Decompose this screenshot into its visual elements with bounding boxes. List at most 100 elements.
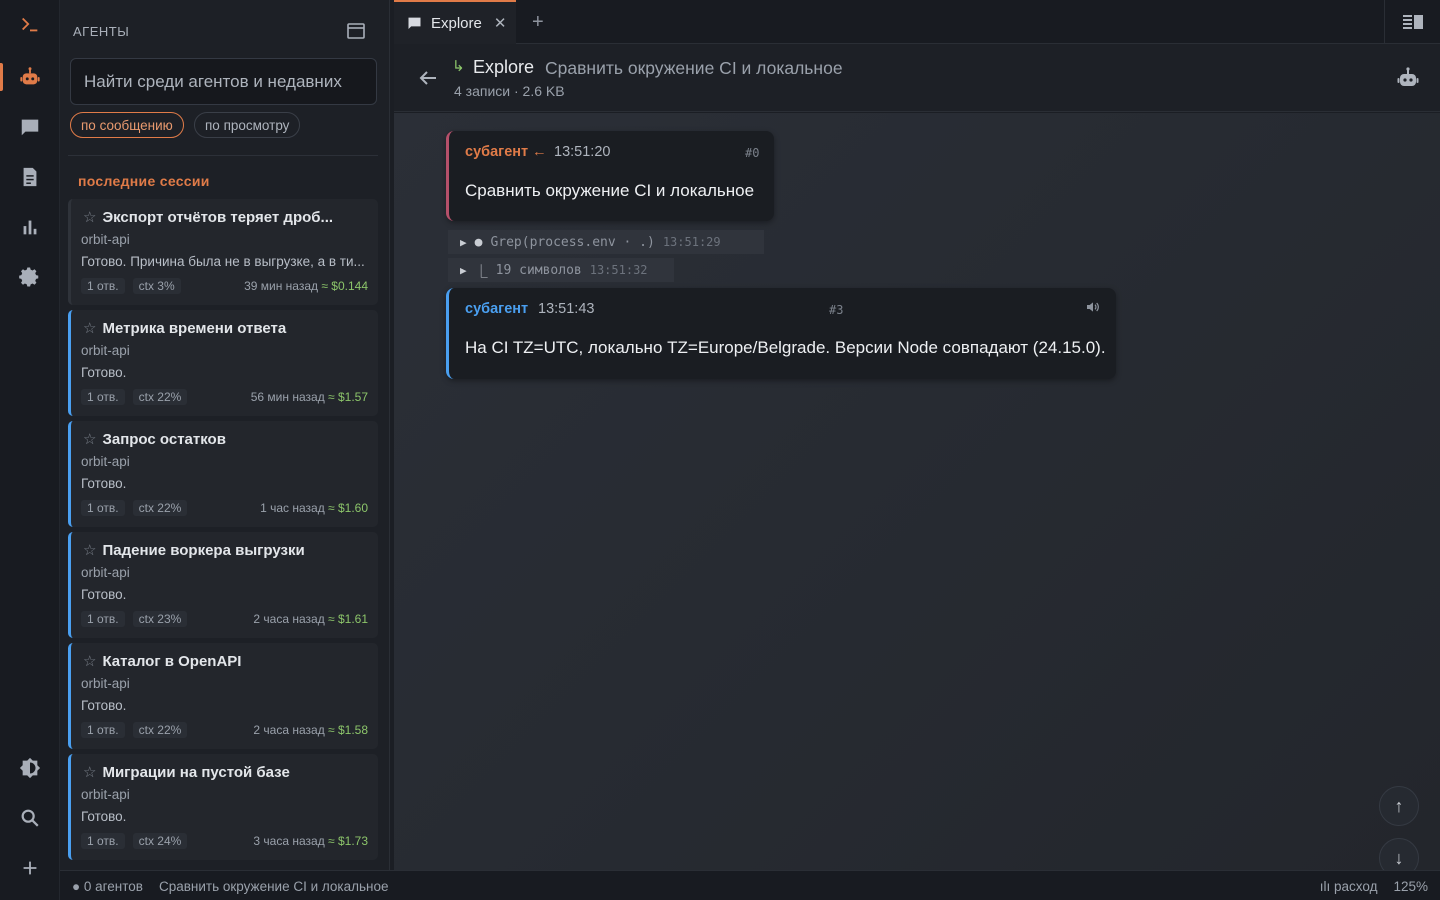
document-icon	[23, 167, 37, 187]
tab-label: Explore	[431, 14, 482, 32]
agents-count: ● 0 агентов	[72, 879, 143, 894]
session-project: orbit-api	[81, 565, 130, 580]
conversation-header: ↳ Explore Сравнить окружение CI и локаль…	[394, 44, 1440, 112]
session-ctx: ctx 22%	[132, 500, 188, 516]
new-window-icon[interactable]	[346, 22, 366, 40]
page-meta: 4 записи · 2.6 KB	[454, 83, 565, 99]
session-project: orbit-api	[81, 454, 130, 469]
session-cost: ≈ $1.57	[328, 390, 368, 404]
session-card[interactable]: ☆ Миграции на пустой базе orbit-api Готов…	[68, 754, 378, 860]
session-project: orbit-api	[81, 343, 130, 358]
session-cost: ≈ $0.144	[321, 279, 368, 293]
robot-icon	[20, 67, 40, 85]
search-nav-button[interactable]	[0, 798, 60, 838]
session-replies: 1 отв.	[81, 833, 125, 849]
chat-icon	[408, 17, 421, 29]
session-title: Каталог в OpenAPI	[102, 653, 242, 670]
session-project: orbit-api	[81, 676, 130, 691]
session-message: Готово.	[81, 476, 127, 491]
activity-bar	[0, 0, 60, 900]
usage-button[interactable]: ılı расход	[1320, 879, 1378, 894]
status-bar: ● 0 агентов Сравнить окружение CI и лока…	[60, 870, 1440, 900]
message-time: 13:51:20	[554, 144, 611, 160]
session-card[interactable]: ☆ Падение воркера выгрузки orbit-api Гото…	[68, 532, 378, 638]
panel-toggle-button[interactable]	[1384, 0, 1440, 44]
star-icon[interactable]: ☆	[83, 209, 96, 226]
back-arrow-icon[interactable]	[416, 66, 440, 90]
filter-by-message-chip[interactable]: по сообщению	[70, 112, 184, 138]
session-message: Готово.	[81, 587, 127, 602]
session-title: Запрос остатков	[102, 431, 226, 448]
gear-icon	[19, 267, 39, 287]
session-replies: 1 отв.	[81, 611, 125, 627]
conversation-area[interactable]: субагент ← 13:51:20 #0 Сравнить окружени…	[394, 113, 1440, 878]
session-age: 2 часа назад	[253, 723, 325, 737]
session-replies: 1 отв.	[81, 278, 125, 294]
tool-result-time: 13:51:32	[589, 263, 648, 277]
chat-nav-button[interactable]	[0, 107, 60, 147]
settings-nav-button[interactable]	[0, 257, 60, 297]
close-icon[interactable]: ✕	[494, 14, 507, 32]
star-icon[interactable]: ☆	[83, 542, 96, 559]
status-session[interactable]: Сравнить окружение CI и локальное	[159, 879, 389, 894]
session-message: Готово. Причина была не в выгрузке, а в …	[81, 254, 365, 269]
session-replies: 1 отв.	[81, 389, 125, 405]
session-cost: ≈ $1.73	[328, 834, 368, 848]
add-tab-button[interactable]: +	[532, 11, 544, 34]
zoom-level[interactable]: 125%	[1393, 879, 1428, 894]
tool-call-text: Grep(process.env · .)	[490, 234, 655, 250]
speaker-icon[interactable]	[1085, 300, 1101, 317]
session-replies: 1 отв.	[81, 500, 125, 516]
agent-search-box[interactable]	[70, 58, 377, 105]
stats-nav-button[interactable]	[0, 207, 60, 247]
message-author: субагент ←	[465, 144, 547, 160]
session-age: 2 часа назад	[253, 612, 325, 626]
robot-icon[interactable]	[1396, 66, 1420, 90]
tool-call-time: 13:51:29	[662, 235, 721, 249]
tab-explore[interactable]: Explore ✕	[394, 0, 516, 44]
scroll-up-button[interactable]: ↑	[1379, 786, 1419, 826]
recent-sessions-heading: последние сессии	[78, 173, 210, 189]
message-bubble: субагент ← 13:51:20 #0 Сравнить окружени…	[446, 131, 774, 221]
session-message: Готово.	[81, 809, 127, 824]
status-dot-icon: ●	[474, 234, 483, 250]
session-card[interactable]: ☆ Каталог в OpenAPI orbit-api Готово. 1 о…	[68, 643, 378, 749]
theme-toggle-button[interactable]	[0, 748, 60, 788]
session-card[interactable]: ☆ Экспорт отчётов теряет дроб... orbit-ap…	[68, 199, 378, 305]
agent-search-input[interactable]	[84, 71, 363, 92]
result-branch-icon: ⎿	[474, 264, 488, 280]
star-icon[interactable]: ☆	[83, 653, 96, 670]
session-title: Экспорт отчётов теряет дроб...	[102, 209, 334, 226]
session-title: Падение воркера выгрузки	[102, 542, 305, 559]
session-ctx: ctx 24%	[132, 833, 188, 849]
message-text: Сравнить окружение CI и локальное	[465, 181, 755, 200]
tool-result-row[interactable]: ▶ ⎿ 19 символов 13:51:32	[448, 258, 674, 282]
message-time: 13:51:43	[538, 301, 595, 317]
sidebar-divider	[68, 155, 378, 156]
expand-icon: ▶	[460, 263, 467, 277]
tab-bar: Explore ✕ +	[394, 0, 1440, 44]
filter-by-view-chip[interactable]: по просмотру	[194, 112, 301, 138]
star-icon[interactable]: ☆	[83, 764, 96, 781]
session-message: Готово.	[81, 365, 127, 380]
tool-result-text: 19 символов	[495, 262, 582, 278]
session-age: 1 час назад	[260, 501, 325, 515]
star-icon[interactable]: ☆	[83, 431, 96, 448]
theme-icon	[19, 757, 41, 779]
session-ctx: ctx 22%	[132, 389, 188, 405]
page-subtitle: Сравнить окружение CI и локальное	[545, 58, 843, 78]
session-card[interactable]: ☆ Метрика времени ответа orbit-api Готово…	[68, 310, 378, 416]
message-author: субагент	[465, 301, 529, 317]
session-card[interactable]: ☆ Запрос остатков orbit-api Готово. 1 отв…	[68, 421, 378, 527]
plus-icon	[23, 861, 37, 875]
session-ctx: ctx 3%	[132, 278, 181, 294]
terminal-icon[interactable]	[0, 4, 60, 44]
session-replies: 1 отв.	[81, 722, 125, 738]
new-agent-button[interactable]	[0, 848, 60, 888]
agents-nav-button[interactable]	[0, 57, 60, 97]
message-index: #0	[745, 146, 760, 160]
star-icon[interactable]: ☆	[83, 320, 96, 337]
documents-nav-button[interactable]	[0, 157, 60, 197]
message-text: На CI TZ=UTC, локально TZ=Europe/Belgrad…	[465, 338, 1106, 357]
tool-call-row[interactable]: ▶ ● Grep(process.env · .) 13:51:29	[448, 230, 764, 254]
